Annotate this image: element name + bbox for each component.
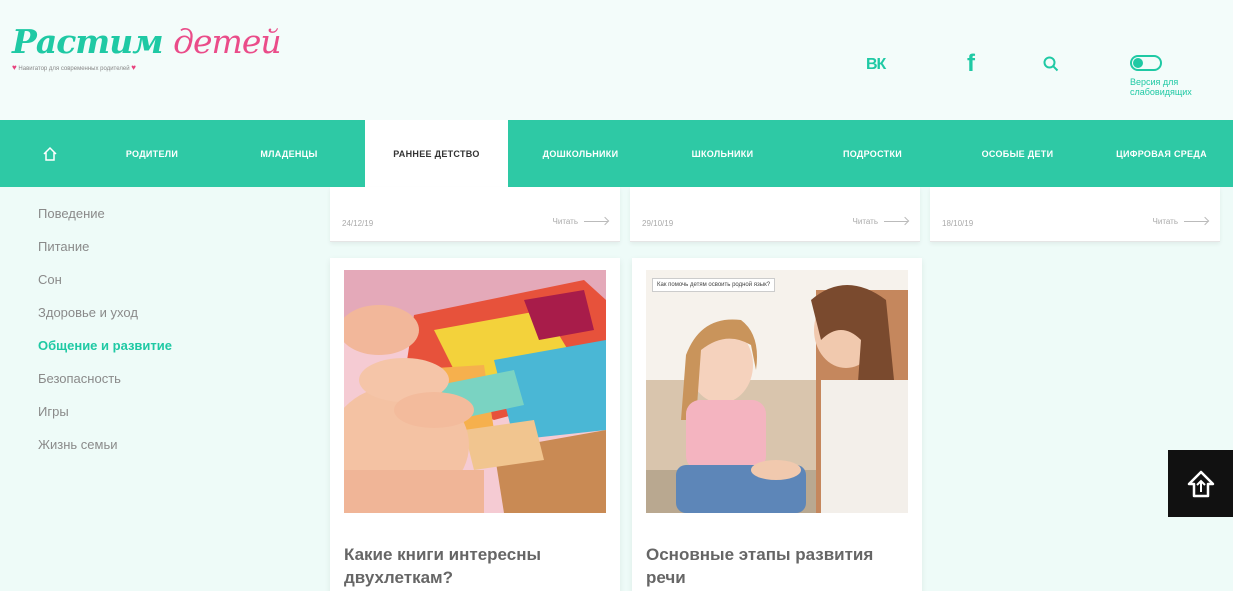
read-label: Читать [852, 217, 878, 226]
scroll-to-top-button[interactable] [1168, 450, 1233, 517]
nav-item-parents[interactable]: РОДИТЕЛИ [92, 120, 212, 187]
article-date: 24/12/19 [342, 219, 374, 228]
arrow-right-icon [1184, 221, 1208, 222]
nav-item-special-children[interactable]: ОСОБЫЕ ДЕТИ [955, 120, 1080, 187]
nav-item-schoolchildren[interactable]: ШКОЛЬНИКИ [665, 120, 780, 187]
sidebar-item-communication[interactable]: Общение и развитие [38, 336, 172, 369]
article-meta-card: 29/10/19 Читать [630, 187, 920, 242]
nav-item-preschoolers[interactable]: ДОШКОЛЬНИКИ [518, 120, 643, 187]
arrow-right-icon [584, 221, 608, 222]
article-image[interactable]: Как помочь детям освоить родной язык? [646, 270, 908, 513]
logo-title-part1: Растим [12, 22, 164, 61]
site-logo[interactable]: Растим детей ♥ Навигатор для современных… [12, 22, 282, 72]
nav-item-early-childhood[interactable]: РАННЕЕ ДЕТСТВО [365, 120, 508, 187]
accessibility-toggle[interactable]: Версия для слабовидящих [1130, 55, 1210, 97]
heart-icon: ♥ [12, 63, 17, 72]
heart-icon: ♥ [131, 63, 136, 72]
read-link[interactable]: Читать [553, 217, 608, 226]
scroll-up-icon [1187, 470, 1214, 497]
toggle-switch[interactable] [1130, 55, 1162, 71]
logo-tagline-row: ♥ Навигатор для современных родителей ♥ [12, 63, 281, 72]
sidebar-item-sleep[interactable]: Сон [38, 270, 172, 303]
read-link[interactable]: Читать [1153, 217, 1208, 226]
sidebar-item-family-life[interactable]: Жизнь семьи [38, 435, 172, 468]
accessibility-label: Версия для слабовидящих [1130, 77, 1192, 97]
logo-title-part2: детей [173, 22, 282, 61]
sidebar-item-safety[interactable]: Безопасность [38, 369, 172, 402]
article-title[interactable]: Основные этапы развития речи [646, 543, 908, 589]
nav-item-digital-environment[interactable]: ЦИФРОВАЯ СРЕДА [1090, 120, 1233, 187]
nav-item-teenagers[interactable]: ПОДРОСТКИ [815, 120, 930, 187]
facebook-icon[interactable]: f [967, 50, 975, 78]
read-label: Читать [552, 217, 578, 226]
read-label: Читать [1152, 217, 1178, 226]
article-meta-card: 18/10/19 Читать [930, 187, 1220, 242]
search-icon[interactable] [1043, 56, 1059, 72]
nav-item-infants[interactable]: МЛАДЕНЦЫ [228, 120, 350, 187]
sidebar-item-health[interactable]: Здоровье и уход [38, 303, 172, 336]
sidebar-item-games[interactable]: Игры [38, 402, 172, 435]
main-nav: РОДИТЕЛИ МЛАДЕНЦЫ РАННЕЕ ДЕТСТВО ДОШКОЛЬ… [0, 120, 1233, 187]
sidebar-item-nutrition[interactable]: Питание [38, 237, 172, 270]
image-caption: Как помочь детям освоить родной язык? [652, 278, 776, 292]
article-card[interactable]: Какие книги интересны двухлеткам? [330, 258, 620, 591]
read-link[interactable]: Читать [853, 217, 908, 226]
logo-title: Растим детей [12, 22, 282, 61]
category-sidebar: Поведение Питание Сон Здоровье и уход Об… [38, 204, 172, 468]
article-meta-card: 24/12/19 Читать [330, 187, 620, 242]
sidebar-item-behavior[interactable]: Поведение [38, 204, 172, 237]
article-date: 29/10/19 [642, 219, 674, 228]
vk-icon[interactable]: ВК [866, 56, 886, 74]
article-date: 18/10/19 [942, 219, 974, 228]
article-title[interactable]: Какие книги интересны двухлеткам? [344, 543, 606, 589]
article-image[interactable] [344, 270, 606, 513]
arrow-right-icon [884, 221, 908, 222]
logo-tagline: Навигатор для современных родителей [18, 66, 130, 72]
home-icon[interactable] [30, 120, 70, 187]
site-header: Растим детей ♥ Навигатор для современных… [0, 0, 1233, 120]
article-card[interactable]: Как помочь детям освоить родной язык? Ос… [632, 258, 922, 591]
